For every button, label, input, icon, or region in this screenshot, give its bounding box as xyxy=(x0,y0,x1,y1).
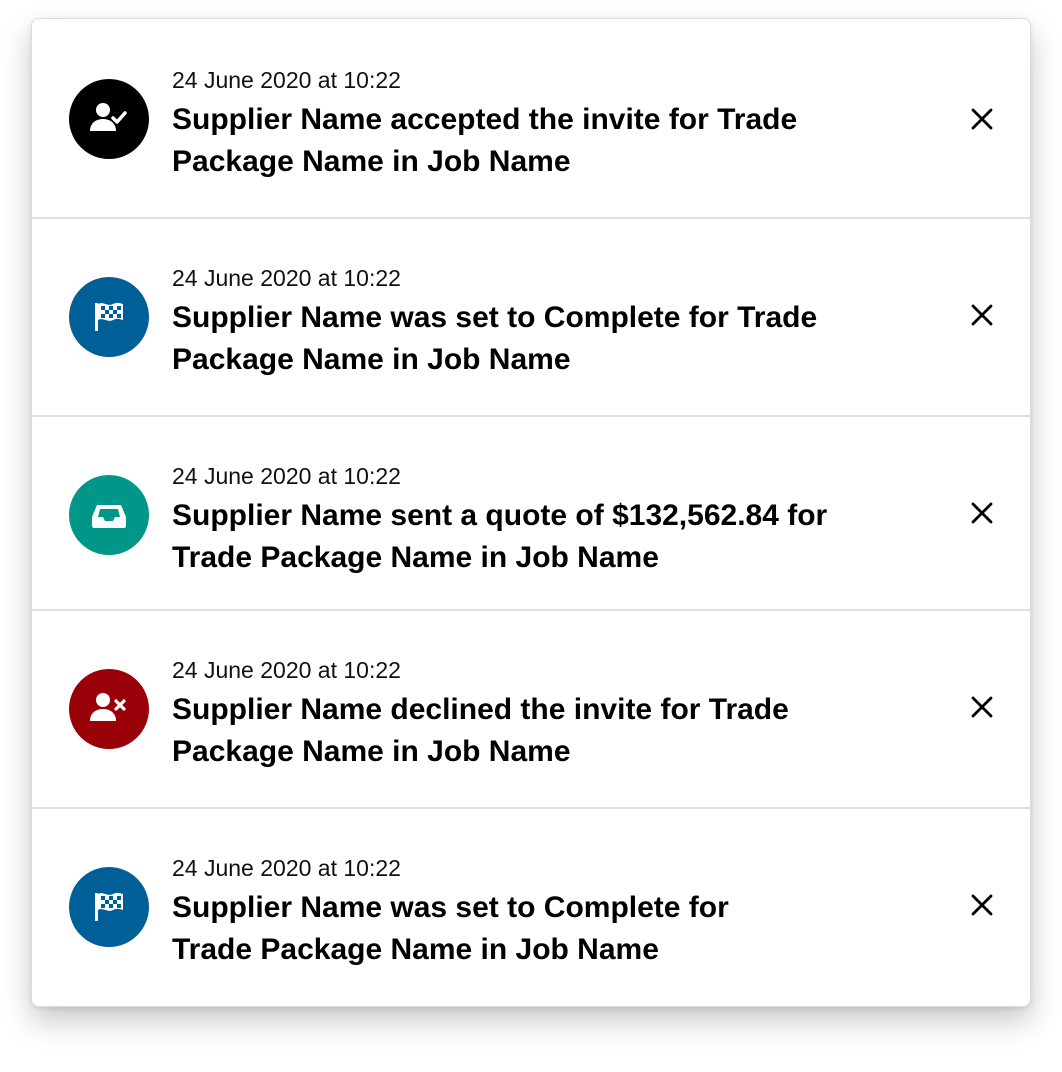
dismiss-button[interactable] xyxy=(962,99,1002,139)
notification-content: 24 June 2020 at 10:22 Supplier Name was … xyxy=(172,855,892,971)
dismiss-button[interactable] xyxy=(962,687,1002,727)
notification-timestamp: 24 June 2020 at 10:22 xyxy=(172,67,401,93)
notification-message-line: Package Name in Job Name xyxy=(172,343,571,376)
close-icon xyxy=(971,304,993,326)
notification-message-line: Supplier Name was set to Complete for Tr… xyxy=(172,301,818,334)
notification-message: Supplier Name was set to Complete for Tr… xyxy=(172,297,892,381)
close-icon xyxy=(971,894,993,916)
notification-item[interactable]: 24 June 2020 at 10:22 Supplier Name sent… xyxy=(32,415,1030,609)
user-check-icon xyxy=(69,79,149,159)
notification-timestamp: 24 June 2020 at 10:22 xyxy=(172,265,401,291)
dismiss-button[interactable] xyxy=(962,885,1002,925)
close-icon xyxy=(971,108,993,130)
notification-message-line: Supplier Name sent a quote of $132,562.8… xyxy=(172,499,828,532)
checkered-flag-icon xyxy=(69,867,149,947)
notification-message-line: Package Name in Job Name xyxy=(172,145,571,178)
notification-message-line: Supplier Name was set to Complete for xyxy=(172,891,729,924)
notification-timestamp: 24 June 2020 at 10:22 xyxy=(172,657,401,683)
notification-message-line: Supplier Name declined the invite for Tr… xyxy=(172,693,789,726)
notification-content: 24 June 2020 at 10:22 Supplier Name decl… xyxy=(172,657,892,773)
notification-item[interactable]: 24 June 2020 at 10:22 Supplier Name was … xyxy=(32,807,1030,1006)
notification-message-line: Trade Package Name in Job Name xyxy=(172,933,659,966)
notification-content: 24 June 2020 at 10:22 Supplier Name acce… xyxy=(172,67,892,183)
notifications-panel: 24 June 2020 at 10:22 Supplier Name acce… xyxy=(31,18,1031,1007)
user-remove-icon xyxy=(69,669,149,749)
dismiss-button[interactable] xyxy=(962,295,1002,335)
notification-timestamp: 24 June 2020 at 10:22 xyxy=(172,463,401,489)
notification-content: 24 June 2020 at 10:22 Supplier Name sent… xyxy=(172,463,892,579)
notification-item[interactable]: 24 June 2020 at 10:22 Supplier Name acce… xyxy=(32,19,1030,217)
notification-message-line: Trade Package Name in Job Name xyxy=(172,541,659,574)
checkered-flag-icon xyxy=(69,277,149,357)
notification-content: 24 June 2020 at 10:22 Supplier Name was … xyxy=(172,265,892,381)
notification-item[interactable]: 24 June 2020 at 10:22 Supplier Name was … xyxy=(32,217,1030,415)
notification-item[interactable]: 24 June 2020 at 10:22 Supplier Name decl… xyxy=(32,609,1030,807)
inbox-tray-icon xyxy=(69,475,149,555)
notification-timestamp: 24 June 2020 at 10:22 xyxy=(172,855,401,881)
notification-message: Supplier Name was set to Complete for Tr… xyxy=(172,887,892,971)
notification-message-line: Supplier Name accepted the invite for Tr… xyxy=(172,103,798,136)
notification-message-line: Package Name in Job Name xyxy=(172,735,571,768)
close-icon xyxy=(971,696,993,718)
notification-message: Supplier Name declined the invite for Tr… xyxy=(172,689,892,773)
dismiss-button[interactable] xyxy=(962,493,1002,533)
notification-message: Supplier Name sent a quote of $132,562.8… xyxy=(172,495,892,579)
close-icon xyxy=(971,502,993,524)
notification-message: Supplier Name accepted the invite for Tr… xyxy=(172,99,892,183)
